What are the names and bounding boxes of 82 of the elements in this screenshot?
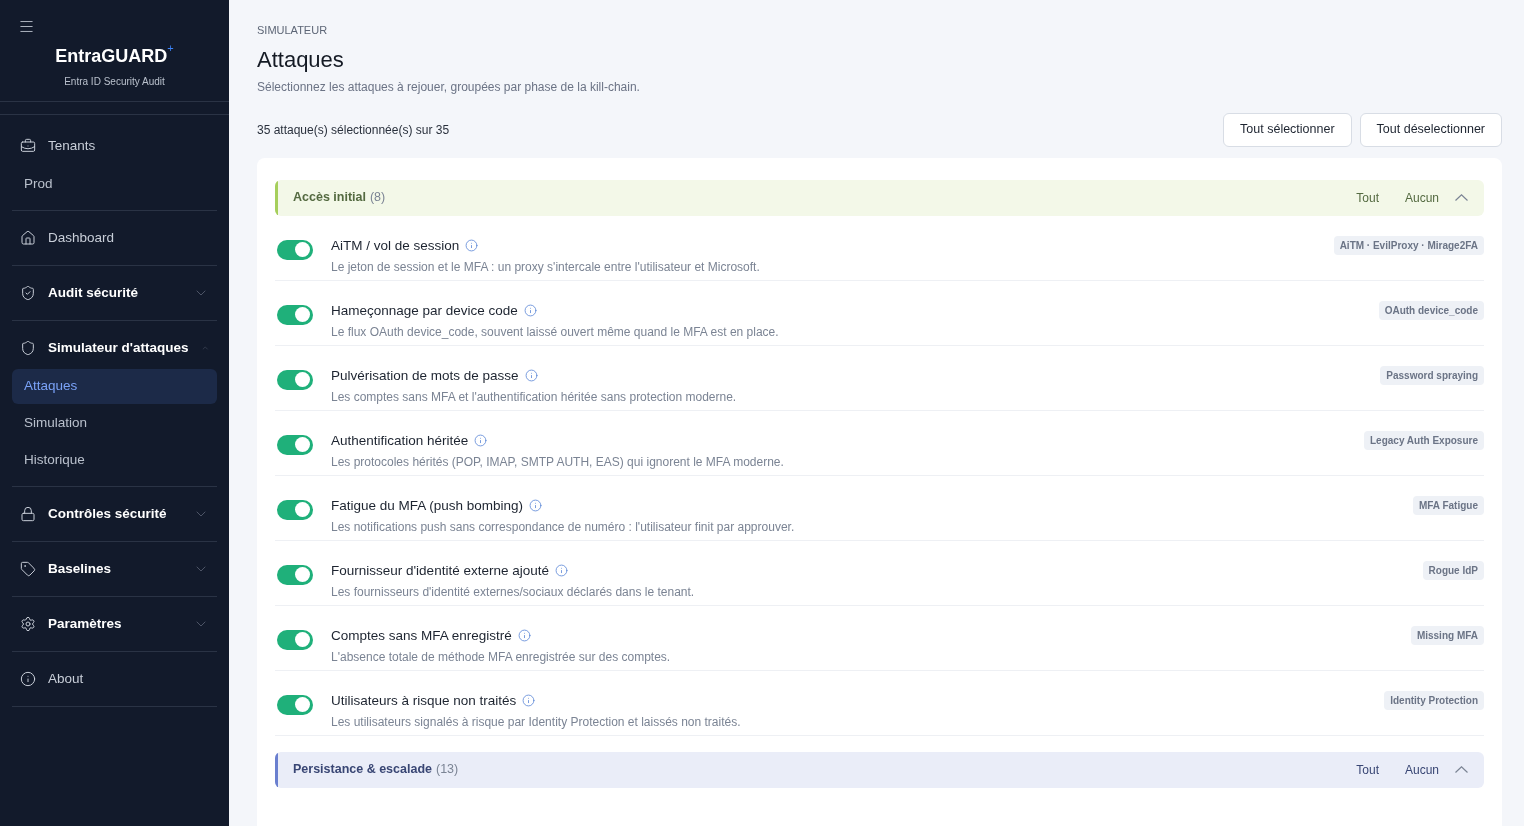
chevron-up-icon: [1455, 766, 1468, 773]
selection-count: 35 attaque(s) sélectionnée(s) sur 35: [257, 121, 450, 139]
nav-subitem[interactable]: Historique: [12, 443, 217, 478]
brand-mark: +: [167, 43, 174, 54]
shield-icon: [20, 340, 36, 356]
nav-item[interactable]: Tenants: [12, 125, 217, 167]
select-all-link[interactable]: Tout: [1356, 760, 1379, 779]
toolbar-button[interactable]: Tout déselectionner: [1359, 112, 1502, 147]
info-icon[interactable]: [465, 239, 479, 253]
attack-tag: Legacy Auth Exposure: [1364, 430, 1484, 450]
attack-tag: Identity Protection: [1384, 690, 1484, 710]
attack-tag: Password spraying: [1380, 365, 1484, 385]
attack-tag: Missing MFA: [1410, 625, 1484, 645]
group-count: (8): [369, 189, 386, 207]
info-icon[interactable]: [522, 694, 536, 708]
attack-description: Le flux OAuth device_code, souvent laissé ouvert même quand le MFA est en place.: [331, 323, 780, 341]
group-title: Accès initial: [293, 189, 366, 207]
attack-description: Les fournisseurs d'identité externes/sociaux déclarés dans le tenant.: [331, 583, 696, 601]
nav-group[interactable]: Baselines: [12, 548, 217, 590]
brand-subtitle: Entra ID Security Audit: [64, 75, 165, 89]
attack-title: Pulvérisation de mots de passe: [331, 366, 519, 385]
info-icon[interactable]: [523, 304, 537, 318]
info-icon[interactable]: [474, 434, 488, 448]
info-icon[interactable]: [529, 499, 543, 513]
attack-title: Fatigue du MFA (push bombing): [331, 496, 524, 515]
attack-description: Les comptes sans MFA et l'authentification héritée sans protection moderne.: [331, 388, 738, 406]
group-count: (13): [436, 761, 459, 779]
toggle-switch[interactable]: [277, 629, 313, 650]
attack-title: Utilisateurs à risque non traités: [331, 691, 517, 710]
collapse-toggle[interactable]: [1455, 766, 1468, 773]
attack-title: Comptes sans MFA enregistré: [331, 626, 512, 645]
chevron-up-icon: [1455, 194, 1468, 201]
nav-subitem[interactable]: Prod: [12, 167, 217, 202]
settings-icon: [20, 616, 36, 632]
attack-tag: OAuth device_code: [1378, 300, 1484, 320]
attack-description: Les protocoles hérités (POP, IMAP, SMTP AUTH, EAS) qui ignorent le MFA moderne.: [331, 453, 785, 471]
group-title: Persistance & escalade: [293, 761, 432, 779]
select-all-link[interactable]: Tout: [1356, 188, 1379, 207]
breadcrumb: SIMULATEUR: [257, 23, 329, 38]
brand-name: EntraGUARD: [55, 46, 168, 68]
info-icon[interactable]: [554, 564, 568, 578]
attack-description: L'absence totale de méthode MFA enregistrée sur des comptes.: [331, 648, 672, 666]
shield-check-icon: [20, 285, 36, 301]
nav-item[interactable]: About: [12, 658, 217, 700]
attack-description: Les utilisateurs signalés à risque par Identity Protection et laissés non traités.: [331, 713, 742, 731]
attack-description: Le jeton de session et le MFA : un proxy s'intercale entre l'utilisateur et Microsoft.: [331, 258, 761, 276]
attack-tag: MFA Fatigue: [1412, 495, 1484, 515]
attack-description: Les notifications push sans correspondance de numéro : l'utilisateur finit par approuver.: [331, 518, 796, 536]
info-icon[interactable]: [517, 629, 531, 643]
home-icon: [20, 230, 36, 246]
toggle-switch[interactable]: [277, 564, 313, 585]
toggle-switch[interactable]: [277, 434, 313, 455]
nav-group[interactable]: Paramètres: [12, 603, 217, 645]
select-none-link[interactable]: Aucun: [1404, 760, 1439, 779]
tag-icon: [20, 561, 36, 577]
lock-icon: [20, 506, 36, 522]
attack-tag: AiTM · EvilProxy · Mirage2FA: [1333, 235, 1484, 255]
collapse-toggle[interactable]: [1455, 194, 1468, 201]
attack-tag: Rogue IdP: [1422, 560, 1484, 580]
toggle-switch[interactable]: [277, 239, 313, 260]
nav-subitem[interactable]: Attaques: [12, 369, 217, 404]
info-icon[interactable]: [524, 369, 538, 383]
menu-icon[interactable]: [18, 18, 35, 35]
nav-item[interactable]: Dashboard: [12, 217, 217, 259]
nav-group[interactable]: Contrôles sécurité: [12, 493, 217, 535]
page-title: Attaques: [257, 45, 345, 74]
info-icon: [20, 671, 36, 687]
toggle-switch[interactable]: [277, 499, 313, 520]
select-none-link[interactable]: Aucun: [1404, 188, 1439, 207]
page-subtitle: Sélectionnez les attaques à rejouer, groupées par phase de la kill-chain.: [257, 78, 641, 96]
toggle-switch[interactable]: [277, 694, 313, 715]
nav-subitem[interactable]: Simulation: [12, 406, 217, 441]
attack-title: AiTM / vol de session: [331, 236, 460, 255]
nav-group[interactable]: Simulateur d'attaques: [12, 327, 217, 369]
toggle-switch[interactable]: [277, 304, 313, 325]
nav-group[interactable]: Audit sécurité: [12, 272, 217, 314]
briefcase-icon: [20, 138, 36, 154]
attack-title: Fournisseur d'identité externe ajouté: [331, 561, 549, 580]
attack-title: Hameçonnage par device code: [331, 301, 518, 320]
toggle-switch[interactable]: [277, 369, 313, 390]
toolbar-button[interactable]: Tout sélectionner: [1223, 112, 1352, 147]
attack-title: Authentification héritée: [331, 431, 469, 450]
